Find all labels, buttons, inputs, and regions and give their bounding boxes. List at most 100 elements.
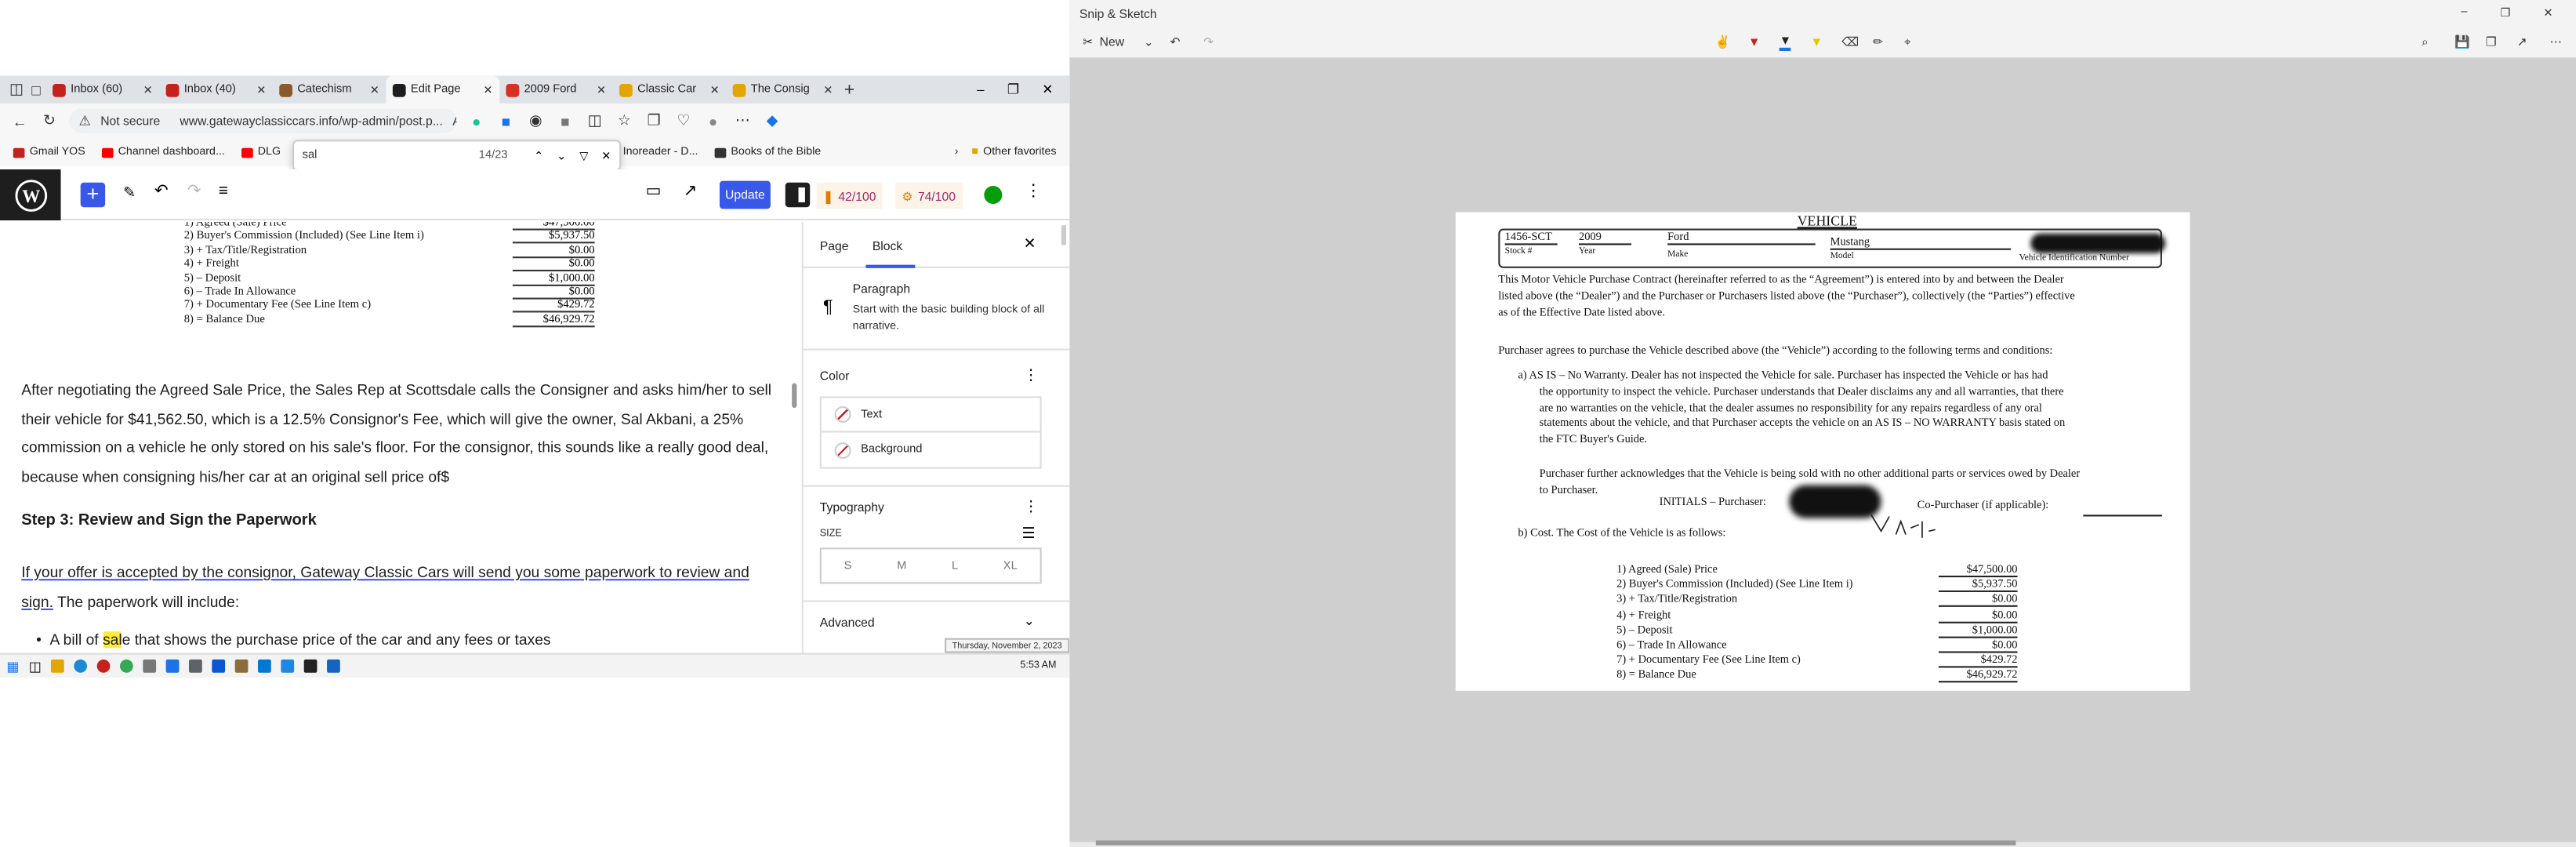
typography-panel-title[interactable]: Typography (820, 500, 884, 515)
find-next-icon[interactable]: ⌄ (557, 149, 566, 162)
extension2-icon[interactable]: ■ (555, 113, 575, 129)
redo-icon[interactable]: ↷ (1203, 35, 1214, 49)
editor-scrollbar-thumb[interactable] (792, 383, 797, 409)
refresh-icon[interactable]: ↻ (39, 112, 59, 130)
redo-icon[interactable]: ↷ (187, 183, 201, 201)
close-window-icon[interactable]: ✕ (1042, 82, 1053, 97)
back-icon[interactable]: ← (10, 113, 30, 129)
size-option[interactable]: S (844, 560, 852, 572)
favorites-icon[interactable]: ☆ (615, 112, 634, 130)
browser-essentials-icon[interactable]: ♡ (673, 112, 693, 130)
app-icon[interactable] (234, 659, 249, 673)
preview-desktop-icon[interactable]: ▭ (646, 183, 662, 201)
maximize-icon[interactable]: ❐ (2500, 6, 2510, 20)
extension-icon[interactable]: ■ (496, 113, 516, 129)
file-explorer-icon[interactable] (51, 659, 64, 673)
size-option[interactable]: M (897, 560, 906, 572)
edge-icon[interactable] (74, 659, 88, 673)
add-block-icon[interactable]: + (80, 182, 106, 208)
color-panel-title[interactable]: Color (820, 369, 850, 384)
minimize-icon[interactable]: – (2461, 6, 2467, 20)
more-favorites-icon[interactable]: › (955, 147, 959, 158)
app-icon[interactable] (143, 659, 157, 673)
browser-tab[interactable]: Edit Page ✕ (386, 75, 500, 104)
paragraph-block[interactable]: After negotiating the Agreed Sale Price,… (21, 376, 780, 492)
task-view-icon[interactable]: ◫ (29, 659, 42, 674)
wordpress-logo-icon[interactable]: W (0, 169, 61, 221)
tab-close-icon[interactable]: ✕ (597, 83, 606, 96)
tab-close-icon[interactable]: ✕ (823, 83, 833, 96)
other-favorites[interactable]: ■ Other favorites (971, 147, 1056, 158)
view-page-icon[interactable]: ↗ (684, 183, 698, 201)
favorite-link[interactable]: Books of the Bible (714, 147, 821, 158)
close-sidebar-icon[interactable]: ✕ (1024, 235, 1036, 253)
new-tab-icon[interactable]: + (840, 80, 859, 100)
ruler-icon[interactable]: ✏ (1873, 35, 1883, 49)
find-close-icon[interactable]: ✕ (601, 149, 611, 162)
ballpoint-pen-icon[interactable]: ▼ (1748, 35, 1761, 49)
app-icon[interactable] (212, 659, 226, 673)
highlighter-icon[interactable]: ▼ (1810, 35, 1823, 49)
app-icon[interactable] (327, 659, 341, 673)
paragraph-block-2[interactable]: If your offer is accepted by the consign… (21, 559, 780, 616)
find-prev-icon[interactable]: ⌃ (534, 149, 543, 162)
favorite-link[interactable]: Gmail YOS (13, 147, 85, 158)
cost-image-block[interactable]: 1) Agreed (Sale) Price $47,500.00 2) Buyer… (165, 222, 625, 347)
app-icon[interactable] (165, 659, 180, 673)
more-menu-icon[interactable]: ⋯ (733, 112, 753, 130)
tab-close-icon[interactable]: ✕ (483, 83, 492, 96)
browser-tab[interactable]: Inbox (40) ✕ (159, 75, 273, 104)
app-icon[interactable] (189, 659, 203, 673)
chrome-icon[interactable] (120, 659, 134, 673)
background-color-option[interactable]: Background (819, 432, 1042, 469)
tab-block[interactable]: Block (873, 238, 902, 253)
grammarly-icon[interactable]: ● (466, 113, 486, 129)
list-view-icon[interactable]: ≡ (219, 183, 228, 201)
chevron-down-icon[interactable]: ⌄ (1144, 35, 1153, 49)
browser-tab[interactable]: Classic Car ✕ (613, 75, 727, 104)
minimize-icon[interactable]: – (977, 82, 984, 97)
app-icon[interactable] (96, 659, 111, 673)
touch-writing-icon[interactable]: ✌ (1715, 35, 1731, 49)
tab-close-icon[interactable]: ✕ (256, 83, 266, 96)
save-icon[interactable]: 💾 (2454, 35, 2470, 49)
tab-actions-icon[interactable]: □ (27, 82, 46, 98)
start-icon[interactable]: ▦ (6, 659, 19, 674)
advanced-panel-title[interactable]: Advanced (820, 615, 875, 630)
tab-page[interactable]: Page (820, 238, 849, 253)
copilot-icon[interactable]: ◆ (762, 112, 782, 130)
workspaces-icon[interactable]: ◫ (6, 81, 26, 99)
new-snip-button[interactable]: ✂ New (1083, 35, 1124, 49)
pencil-icon[interactable]: ▼ (1779, 33, 1792, 52)
crop-icon[interactable]: ⌖ (1904, 34, 1911, 50)
address-bar[interactable]: ⚠ Not secure www.gatewayclassiccars.info… (69, 108, 457, 133)
favorite-link[interactable]: DLG (241, 147, 281, 158)
zoom-icon[interactable]: ⌕ (2422, 34, 2429, 50)
size-option[interactable]: L (952, 560, 958, 572)
favorite-link[interactable]: Channel dashboard... (101, 147, 225, 158)
close-window-icon[interactable]: ✕ (2543, 6, 2552, 20)
undo-icon[interactable]: ↶ (1170, 35, 1181, 49)
browser-tab[interactable]: Catechism ✕ (273, 75, 386, 104)
options-menu-icon[interactable]: ⋮ (1025, 183, 1042, 201)
bottom-scrollbar[interactable] (1095, 840, 2016, 845)
typography-options-icon[interactable]: ⋮ (1024, 498, 1039, 516)
share-icon[interactable]: ↗ (2517, 35, 2527, 49)
tab-close-icon[interactable]: ✕ (710, 83, 720, 96)
browser-tab[interactable]: Inbox (60) ✕ (46, 75, 160, 104)
sidebar-scrollbar[interactable] (1061, 225, 1067, 245)
skype-icon[interactable]: ◉ (526, 112, 546, 130)
tools-pencil-icon[interactable]: ✎ (123, 184, 136, 202)
split-screen-icon[interactable]: ◫ (585, 112, 604, 130)
readability-score-badge[interactable]: ⚙ 74/100 (895, 182, 963, 209)
undo-icon[interactable]: ↶ (154, 183, 169, 201)
settings-sidebar-toggle[interactable] (785, 182, 811, 208)
browser-tab[interactable]: 2009 Ford ✕ (499, 75, 613, 104)
browser-tab[interactable]: The Consig ✕ (726, 75, 840, 104)
size-option[interactable]: XL (1003, 560, 1018, 572)
collections-icon[interactable]: ❐ (644, 112, 664, 130)
tab-close-icon[interactable]: ✕ (370, 83, 379, 96)
find-input[interactable]: sal (303, 150, 317, 162)
read-aloud-icon[interactable]: A⁻ (452, 114, 456, 129)
color-options-icon[interactable]: ⋮ (1024, 367, 1039, 385)
